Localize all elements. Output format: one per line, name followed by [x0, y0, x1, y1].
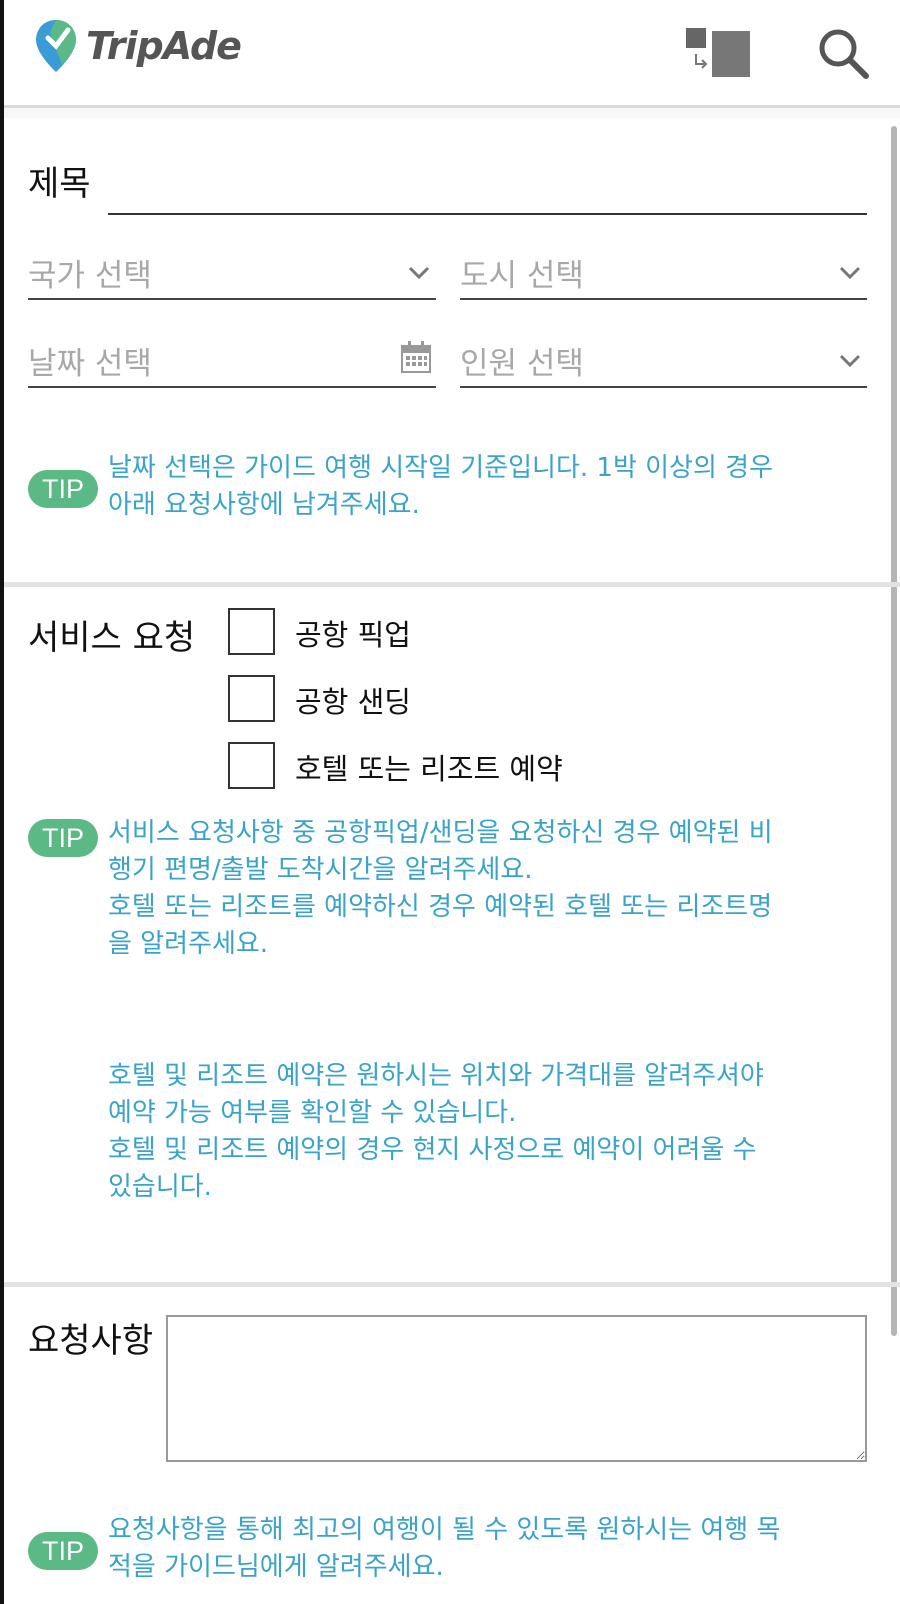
chevron-down-icon: [839, 266, 861, 280]
hotel-resort-label[interactable]: 호텔 또는 리조트 예약: [295, 746, 563, 788]
section-divider: [4, 1282, 900, 1287]
date-tip-text: 날짜 선택은 가이드 여행 시작일 기준입니다. 1박 이상의 경우 아래 요청…: [108, 453, 774, 520]
requests-tip-text: 요청사항을 통해 최고의 여행이 될 수 있도록 원하시는 여행 목 적을 가이…: [108, 1515, 781, 1582]
date-select-placeholder: 날짜 선택: [28, 346, 152, 382]
city-select-placeholder: 도시 선택: [460, 258, 584, 294]
logo-pin-icon: [36, 20, 76, 72]
section-divider: [4, 582, 900, 587]
city-select[interactable]: 도시 선택: [460, 250, 867, 300]
header-shadow-band: [4, 108, 900, 118]
country-select-placeholder: 국가 선택: [28, 258, 152, 294]
airport-pickup-checkbox[interactable]: [228, 608, 275, 655]
people-select[interactable]: 인원 선택: [460, 338, 867, 388]
chevron-down-icon: [408, 266, 430, 280]
airport-sending-label[interactable]: 공항 샌딩: [295, 679, 411, 721]
tip-badge: TIP: [28, 819, 98, 857]
logo-text: TripAde: [86, 24, 242, 68]
window-edge: [0, 0, 4, 1604]
app-logo[interactable]: TripAde: [34, 18, 242, 74]
people-select-placeholder: 인원 선택: [460, 346, 584, 382]
chevron-down-icon: [839, 354, 861, 368]
hotel-note-text: 호텔 및 리조트 예약은 원하시는 위치와 가격대를 알려주셔야 예약 가능 여…: [108, 1061, 764, 1202]
tip-badge: TIP: [28, 1532, 98, 1570]
requests-label: 요청사항: [28, 1321, 154, 1361]
scrollbar[interactable]: [891, 126, 897, 1336]
calendar-icon[interactable]: [400, 340, 432, 374]
airport-sending-checkbox[interactable]: [228, 675, 275, 722]
app-header: TripAde: [4, 0, 900, 108]
tip-badge: TIP: [28, 470, 98, 508]
airport-pickup-label[interactable]: 공항 픽업: [295, 612, 411, 654]
hotel-resort-checkbox[interactable]: [228, 742, 275, 789]
translate-icon[interactable]: [686, 28, 754, 78]
requests-textarea[interactable]: [166, 1315, 867, 1462]
title-input[interactable]: [108, 213, 867, 215]
country-select[interactable]: 국가 선택: [28, 250, 436, 300]
service-tip-text: 서비스 요청사항 중 공항픽업/샌딩을 요청하신 경우 예약된 비 행기 편명/…: [108, 818, 773, 959]
service-request-label: 서비스 요청: [28, 618, 196, 658]
date-select[interactable]: 날짜 선택: [28, 338, 436, 388]
search-icon[interactable]: [816, 26, 870, 80]
title-label: 제목: [28, 164, 91, 204]
